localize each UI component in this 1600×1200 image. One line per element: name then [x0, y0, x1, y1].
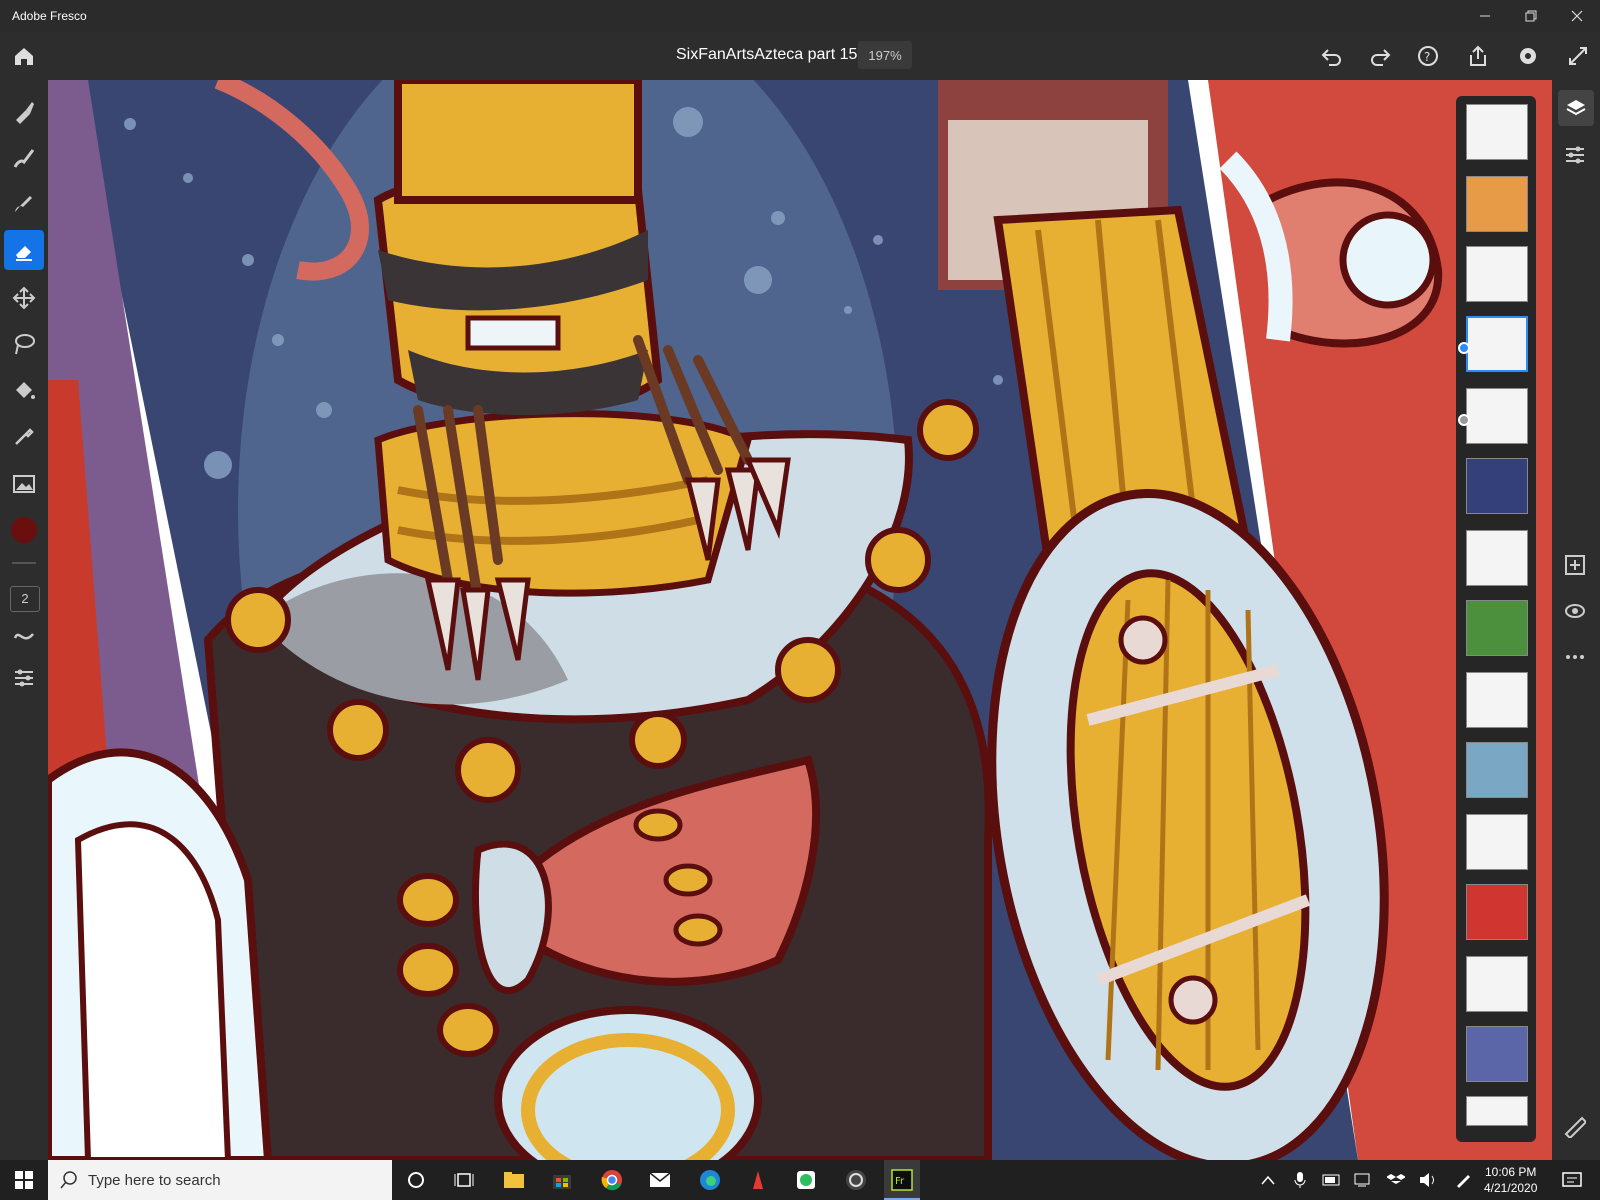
- layer-thumbnail[interactable]: [1466, 1096, 1528, 1126]
- store-icon[interactable]: [544, 1166, 580, 1194]
- chrome-icon[interactable]: [594, 1166, 630, 1194]
- layer-thumbnail[interactable]: [1466, 814, 1528, 870]
- layer-properties-icon[interactable]: [1564, 144, 1586, 171]
- notifications-icon[interactable]: [1554, 1166, 1590, 1194]
- clock-date: 4/21/2020: [1484, 1181, 1538, 1195]
- pixel-brush-icon[interactable]: [4, 92, 44, 132]
- divider: [12, 562, 36, 564]
- taskbar-clock[interactable]: 10:06 PM 4/21/2020: [1484, 1164, 1537, 1196]
- window-title: Adobe Fresco: [12, 9, 87, 23]
- layer-visibility-dot[interactable]: [1458, 342, 1470, 354]
- share-icon[interactable]: [1464, 42, 1492, 70]
- layer-visibility-dot[interactable]: [1458, 414, 1470, 426]
- move-icon[interactable]: [4, 278, 44, 318]
- battery-icon[interactable]: [1314, 1166, 1350, 1194]
- eraser-icon[interactable]: [4, 230, 44, 270]
- close-button[interactable]: [1554, 0, 1600, 32]
- artwork-canvas[interactable]: [48, 80, 1552, 1160]
- layer-thumbnail[interactable]: [1466, 388, 1528, 444]
- cortana-icon[interactable]: [398, 1166, 434, 1194]
- layer-thumbnail-selected[interactable]: [1466, 316, 1528, 372]
- layer-thumbnail[interactable]: [1466, 1026, 1528, 1082]
- document-title: SixFanArtsAzteca part 15: [676, 46, 858, 63]
- clock-time: 10:06 PM: [1485, 1165, 1537, 1179]
- ruler-icon[interactable]: [1564, 1116, 1588, 1143]
- app-icon-red[interactable]: [740, 1166, 776, 1194]
- task-view-icon[interactable]: [446, 1166, 482, 1194]
- taskbar-search[interactable]: Type here to search: [48, 1160, 392, 1200]
- redo-icon[interactable]: [1366, 42, 1394, 70]
- volume-icon[interactable]: [1410, 1166, 1446, 1194]
- settings-icon[interactable]: [1514, 42, 1542, 70]
- vector-brush-icon[interactable]: [4, 184, 44, 224]
- restore-button[interactable]: [1508, 0, 1554, 32]
- windows-taskbar: Type here to search Fr 10:06 PM 4/21/202…: [0, 1160, 1600, 1200]
- layers-panel: [1456, 96, 1536, 1142]
- smoothing-icon[interactable]: [4, 616, 44, 656]
- eye-icon[interactable]: [1564, 600, 1586, 627]
- network-icon[interactable]: [1346, 1166, 1382, 1194]
- window-titlebar: Adobe Fresco: [0, 0, 1600, 32]
- layer-thumbnail[interactable]: [1466, 742, 1528, 798]
- lasso-icon[interactable]: [4, 324, 44, 364]
- microphone-icon[interactable]: [1282, 1166, 1318, 1194]
- tools-panel: 2: [0, 80, 48, 1160]
- eyedropper-icon[interactable]: [4, 416, 44, 456]
- live-brush-icon[interactable]: [4, 138, 44, 178]
- layer-thumbnail[interactable]: [1466, 956, 1528, 1012]
- layer-thumbnail[interactable]: [1466, 600, 1528, 656]
- color-swatch[interactable]: [4, 510, 44, 550]
- zoom-level[interactable]: 197%: [858, 41, 912, 69]
- add-layer-icon[interactable]: [1564, 554, 1586, 581]
- layer-thumbnail[interactable]: [1466, 176, 1528, 232]
- fresco-taskbar-icon[interactable]: Fr: [884, 1160, 920, 1200]
- undo-icon[interactable]: [1318, 42, 1346, 70]
- home-icon[interactable]: [10, 42, 38, 70]
- pen-icon[interactable]: [1446, 1166, 1482, 1194]
- fullscreen-icon[interactable]: [1564, 42, 1592, 70]
- dropbox-icon[interactable]: [1378, 1166, 1414, 1194]
- more-icon[interactable]: [1564, 646, 1586, 673]
- layer-thumbnail[interactable]: [1466, 246, 1528, 302]
- chevron-up-icon[interactable]: [1250, 1166, 1286, 1194]
- search-placeholder: Type here to search: [88, 1172, 221, 1189]
- windows-start-icon[interactable]: [6, 1166, 42, 1194]
- layer-thumbnail[interactable]: [1466, 530, 1528, 586]
- mail-icon[interactable]: [642, 1166, 678, 1194]
- fill-icon[interactable]: [4, 370, 44, 410]
- layers-icon[interactable]: [1558, 90, 1594, 126]
- evernote-icon[interactable]: [788, 1166, 824, 1194]
- file-explorer-icon[interactable]: [496, 1166, 532, 1194]
- right-panel: [1552, 80, 1600, 1160]
- search-icon: [60, 1171, 78, 1193]
- svg-text:Fr: Fr: [895, 1176, 905, 1187]
- brush-settings-icon[interactable]: [4, 658, 44, 698]
- brush-size-field[interactable]: 2: [10, 586, 40, 612]
- image-icon[interactable]: [4, 464, 44, 504]
- obs-icon[interactable]: [838, 1166, 874, 1194]
- layer-thumbnail[interactable]: [1466, 458, 1528, 514]
- artwork: [48, 80, 1552, 1160]
- edge-icon[interactable]: [692, 1166, 728, 1194]
- help-icon[interactable]: ?: [1414, 42, 1442, 70]
- layer-thumbnail[interactable]: [1466, 884, 1528, 940]
- app-header: SixFanArtsAzteca part 15 197% ?: [0, 32, 1600, 80]
- minimize-button[interactable]: [1462, 0, 1508, 32]
- svg-text:?: ?: [1424, 50, 1430, 64]
- layer-thumbnail[interactable]: [1466, 104, 1528, 160]
- layer-thumbnail[interactable]: [1466, 672, 1528, 728]
